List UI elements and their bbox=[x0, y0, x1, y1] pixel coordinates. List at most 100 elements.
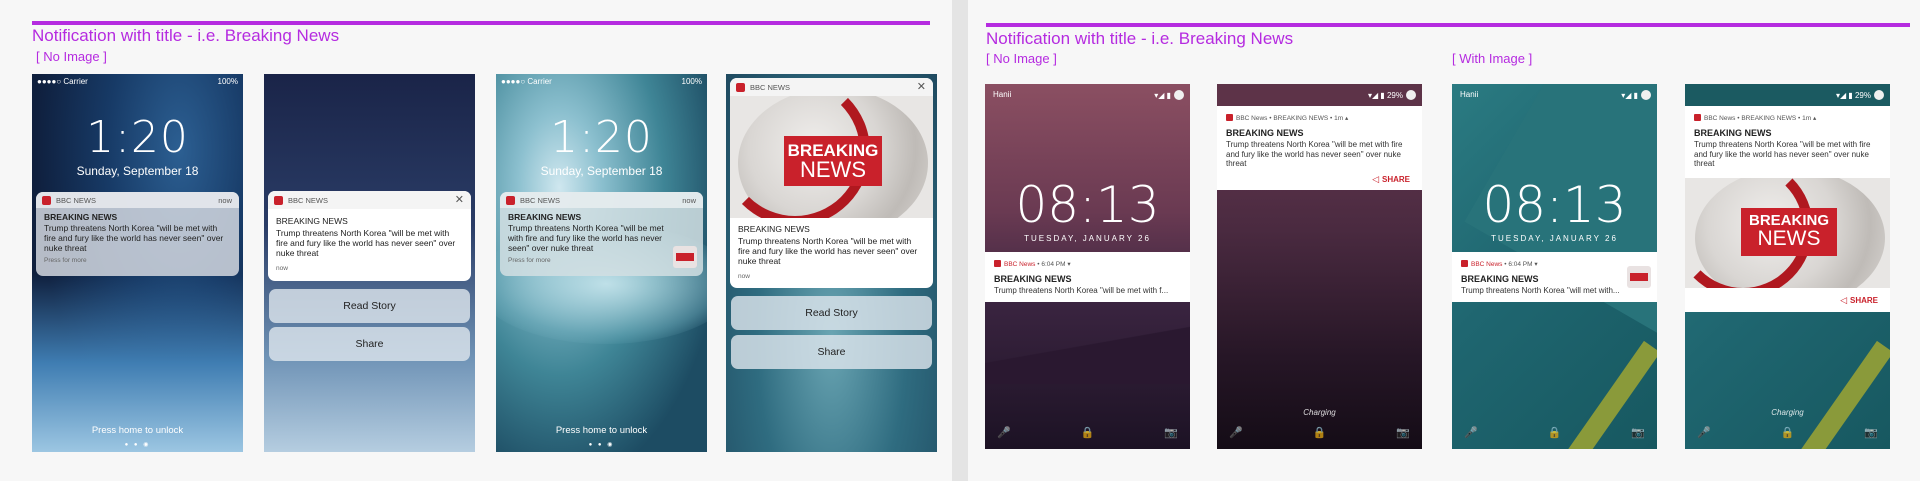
lock-date: TUESDAY, JANUARY 26 bbox=[1024, 234, 1151, 243]
app-name: BBC NEWS bbox=[520, 196, 561, 205]
bbc-app-icon bbox=[42, 196, 51, 205]
notification-body: BREAKING NEWS Trump threatens North Kore… bbox=[730, 220, 933, 286]
panel-subtitle: [ No Image ] bbox=[36, 49, 107, 64]
expanded-notification[interactable]: BBC News • BREAKING NEWS • 1m ▴ BREAKING… bbox=[1217, 106, 1422, 190]
collapsed-notification[interactable]: BBC News • 6:04 PM ▾ BREAKING NEWS Trump… bbox=[985, 252, 1190, 302]
lock-icon: 🔒 bbox=[1780, 427, 1795, 439]
unlock-hint: Press home to unlock bbox=[555, 425, 648, 436]
share-icon: ◁ bbox=[1372, 174, 1379, 184]
share-button[interactable]: Share bbox=[731, 335, 932, 369]
lock-shortcuts: 🎤 🔒 📷 bbox=[985, 426, 1190, 440]
notification-time: now bbox=[738, 273, 750, 280]
notification-header: BBC NEWS now bbox=[500, 192, 703, 208]
read-story-button[interactable]: Read Story bbox=[731, 296, 932, 330]
breaking-news-badge: BREAKING NEWS bbox=[784, 136, 882, 186]
lock-clock: 08:13 bbox=[1482, 176, 1627, 234]
notification-text: Trump threatens North Korea "will be met… bbox=[44, 223, 224, 253]
android-expanded-phone: ▾◢ ▮ 29% BBC News • BREAKING NEWS • 1m ▴… bbox=[1217, 84, 1422, 449]
news-label: NEWS bbox=[1757, 227, 1821, 250]
notification-header: BBC NEWS ✕ bbox=[268, 191, 471, 209]
bbc-app-icon bbox=[1461, 260, 1468, 267]
notification-title: BREAKING NEWS bbox=[276, 216, 348, 226]
avatar[interactable] bbox=[1174, 90, 1184, 100]
camera-icon[interactable]: 📷 bbox=[1864, 426, 1878, 439]
page-dots: ● ● ◉ bbox=[124, 442, 151, 448]
share-icon: ◁ bbox=[1840, 295, 1847, 305]
page-dots: ● ● ◉ bbox=[588, 442, 615, 448]
lock-date: TUESDAY, JANUARY 26 bbox=[1491, 234, 1618, 243]
status-bar: ▾◢ ▮ 29% bbox=[1691, 90, 1884, 102]
camera-icon[interactable]: 📷 bbox=[1631, 426, 1645, 439]
panel-rule bbox=[32, 21, 930, 25]
read-story-button[interactable]: Read Story bbox=[269, 289, 470, 323]
notification-text: Trump threatens North Korea "will be met… bbox=[994, 286, 1169, 295]
notification-time: now bbox=[276, 265, 288, 272]
lock-icon: 🔒 bbox=[1312, 427, 1327, 439]
bbc-app-icon bbox=[1226, 114, 1233, 121]
panel-subtitle-no-image: [ No Image ] bbox=[986, 51, 1057, 66]
user-name: Hanii bbox=[993, 90, 1012, 99]
press-more-hint: Press for more bbox=[508, 257, 551, 264]
charging-label: Charging bbox=[1303, 408, 1336, 417]
android-panel: Notification with title - i.e. Breaking … bbox=[968, 0, 1920, 481]
camera-icon[interactable]: 📷 bbox=[1164, 426, 1178, 439]
share-action[interactable]: ◁ SHARE bbox=[1840, 295, 1878, 306]
notification-text: Trump threatens North Korea "will met wi… bbox=[1461, 286, 1620, 295]
bbc-app-icon bbox=[274, 196, 283, 205]
expanded-image-notification[interactable]: BBC News • BREAKING NEWS • 1m ▴ BREAKING… bbox=[1685, 106, 1890, 312]
mountain-silhouette bbox=[985, 324, 1190, 384]
ios-lockscreen-phone: ●●●●○ Carrier 100% 1:20 Sunday, Septembe… bbox=[32, 74, 243, 452]
status-icons: ▾◢ ▮ 29% bbox=[1836, 90, 1884, 100]
breaking-news-thumbnail bbox=[1627, 266, 1651, 288]
avatar[interactable] bbox=[1406, 90, 1416, 100]
app-name: BBC NEWS bbox=[750, 83, 791, 92]
avatar[interactable] bbox=[1874, 90, 1884, 100]
lock-shortcuts: 🎤 🔒 📷 bbox=[1217, 426, 1422, 440]
notification-title: BREAKING NEWS bbox=[994, 274, 1072, 284]
share-button[interactable]: Share bbox=[269, 327, 470, 361]
user-name: Hanii bbox=[1460, 90, 1479, 99]
carrier-label: ●●●●○ Carrier bbox=[501, 77, 552, 86]
notification-meta: BBC News • BREAKING NEWS • 1m ▴ bbox=[1694, 114, 1816, 122]
collapsed-image-notification[interactable]: BBC News • 6:04 PM ▾ BREAKING NEWS Trump… bbox=[1452, 252, 1657, 302]
panel-title: Notification with title - i.e. Breaking … bbox=[986, 29, 1294, 48]
panel-title: Notification with title - i.e. Breaking … bbox=[32, 26, 340, 45]
expanded-image-notification-card[interactable]: BBC NEWS ✕ BREAKING NEWS BREAKING NEWS T… bbox=[730, 78, 933, 288]
bbc-app-icon bbox=[994, 260, 1001, 267]
status-bar: ●●●●○ Carrier 100% bbox=[37, 77, 238, 89]
notification-title: BREAKING NEWS bbox=[1694, 128, 1772, 138]
breaking-news-thumbnail bbox=[673, 246, 697, 268]
close-icon[interactable]: ✕ bbox=[917, 80, 926, 93]
ios-expanded-phone: BBC NEWS ✕ BREAKING NEWS Trump threatens… bbox=[264, 74, 475, 452]
notification-title: BREAKING NEWS bbox=[1226, 128, 1304, 138]
battery-label: 100% bbox=[681, 77, 702, 86]
notification-title: BREAKING NEWS bbox=[1461, 274, 1539, 284]
status-bar: ▾◢ ▮ 29% bbox=[1223, 90, 1416, 102]
battery-label: 100% bbox=[217, 77, 238, 86]
press-more-hint: Press for more bbox=[44, 257, 87, 264]
avatar[interactable] bbox=[1641, 90, 1651, 100]
lock-time: 1:20 bbox=[86, 112, 189, 163]
android-lockscreen-image-phone: Hanii ▾◢ ▮ 08:13 TUESDAY, JANUARY 26 BBC… bbox=[1452, 84, 1657, 449]
notification-header: BBC NEWS ✕ bbox=[730, 78, 933, 96]
camera-icon[interactable]: 📷 bbox=[1396, 426, 1410, 439]
news-label: NEWS bbox=[800, 157, 866, 182]
close-icon[interactable]: ✕ bbox=[455, 193, 464, 206]
notification-title: BREAKING NEWS bbox=[44, 212, 118, 222]
notification-text: Trump threatens North Korea "will be met… bbox=[738, 236, 918, 266]
notification-header: BBC NEWS now bbox=[36, 192, 239, 208]
notification-meta: BBC News • BREAKING NEWS • 1m ▴ bbox=[1226, 114, 1348, 122]
ios-expanded-image-phone: BBC NEWS ✕ BREAKING NEWS BREAKING NEWS T… bbox=[726, 74, 937, 452]
lock-date: Sunday, September 18 bbox=[76, 164, 199, 178]
notification-text: Trump threatens North Korea "will be met… bbox=[276, 228, 456, 258]
ios-panel: Notification with title - i.e. Breaking … bbox=[0, 0, 952, 481]
notification-title: BREAKING NEWS bbox=[508, 212, 582, 222]
lock-icon: 🔒 bbox=[1080, 427, 1095, 439]
notification-card[interactable]: BBC NEWS now BREAKING NEWS Trump threate… bbox=[36, 192, 239, 276]
breaking-label: BREAKING bbox=[1748, 212, 1829, 229]
notification-body: BREAKING NEWS Trump threatens North Kore… bbox=[268, 209, 471, 278]
expanded-notification-card[interactable]: BBC NEWS ✕ BREAKING NEWS Trump threatens… bbox=[268, 191, 471, 281]
bbc-app-icon bbox=[736, 83, 745, 92]
share-action[interactable]: ◁ SHARE bbox=[1372, 174, 1410, 185]
notification-card[interactable]: BBC NEWS now BREAKING NEWS Trump threate… bbox=[500, 192, 703, 276]
